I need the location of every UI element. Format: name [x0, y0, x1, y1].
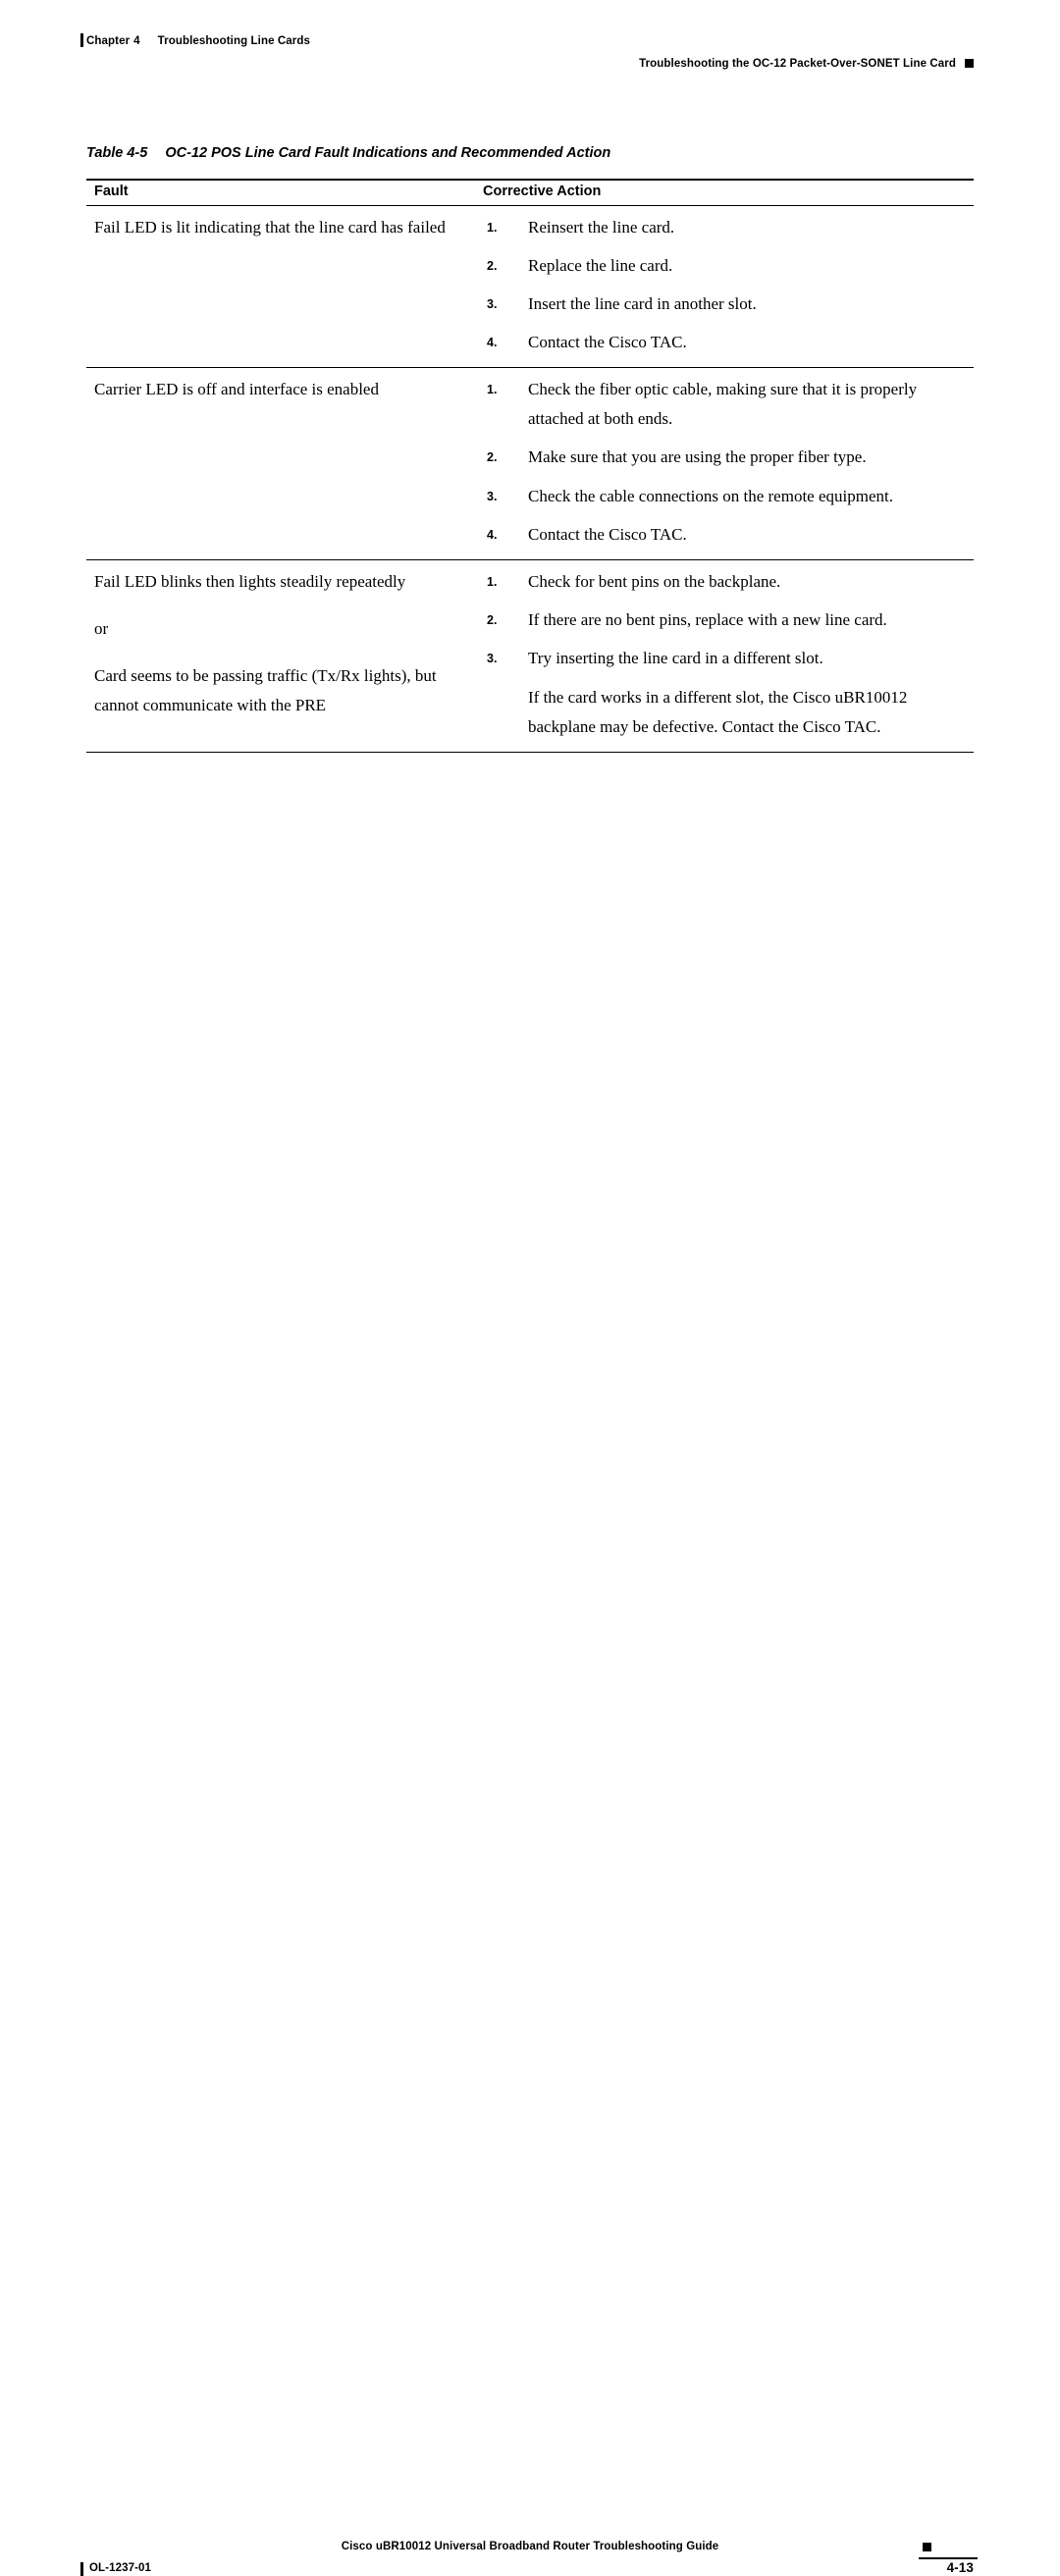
list-item: 1. Check the fiber optic cable, making su… [487, 375, 964, 434]
fault-text: Carrier LED is off and interface is enab… [94, 380, 379, 399]
header-chapter-line: Chapter 4 Troubleshooting Line Cards [86, 35, 310, 47]
step-text: Make sure that you are using the proper … [528, 447, 867, 467]
list-item: 4. Contact the Cisco TAC. [487, 328, 964, 357]
table-row: Fail LED is lit indicating that the line… [86, 205, 974, 369]
step-text: Check the cable connections on the remot… [528, 486, 893, 505]
step-text: If there are no bent pins, replace with … [528, 609, 887, 629]
step-text: Check the fiber optic cable, making sure… [528, 380, 918, 429]
footer-page-rule [919, 2557, 978, 2559]
step-text: Contact the Cisco TAC. [528, 333, 687, 352]
step-number: 1. [487, 574, 498, 589]
footer-page-number: 4-13 [946, 2560, 974, 2575]
corrective-action-cell: 1. Check the fiber optic cable, making su… [475, 367, 974, 560]
header-square-marker-icon [965, 59, 974, 68]
step-number: 3. [487, 489, 498, 503]
corrective-action-note: If the card works in a different slot, t… [528, 687, 908, 737]
table-header-row: Fault Corrective Action [86, 179, 974, 206]
step-text: Reinsert the line card. [528, 218, 675, 237]
list-item: 1. Reinsert the line card. [487, 213, 964, 242]
footer-square-marker-icon [923, 2543, 931, 2551]
column-header-fault: Fault [86, 179, 475, 206]
list-item: 1. Check for bent pins on the backplane. [487, 567, 964, 597]
corrective-action-cell: 1. Check for bent pins on the backplane. … [475, 559, 974, 754]
fault-text: Fail LED is lit indicating that the line… [94, 218, 446, 237]
step-number: 2. [487, 259, 498, 274]
list-item: 4. Contact the Cisco TAC. [487, 520, 964, 550]
step-list: 1. Reinsert the line card. 2. Replace the … [487, 213, 964, 357]
page-header: Chapter 4 Troubleshooting Line Cards Tro… [0, 0, 1060, 88]
list-item: 3. Insert the line card in another slot. [487, 289, 964, 319]
step-text: Replace the line card. [528, 256, 673, 276]
corrective-action-cell: 1. Reinsert the line card. 2. Replace the … [475, 205, 974, 369]
step-number: 3. [487, 651, 498, 665]
table-caption: Table 4-5 OC-12 POS Line Card Fault Indi… [86, 145, 610, 161]
header-left-rule [80, 33, 83, 47]
fault-cell: Fail LED blinks then lights steadily rep… [86, 559, 475, 754]
fault-text-alt: Card seems to be passing traffic (Tx/Rx … [94, 665, 437, 714]
step-number: 1. [487, 221, 498, 235]
header-section-title: Troubleshooting the OC-12 Packet-Over-SO… [639, 58, 956, 70]
header-chapter-number: 4 [133, 35, 140, 47]
table-caption-label: Table 4-5 [86, 145, 148, 161]
step-list: 1. Check for bent pins on the backplane. … [487, 567, 964, 673]
list-item: 2. If there are no bent pins, replace wit… [487, 605, 964, 635]
footer-document-id: OL-1237-01 [89, 2562, 152, 2574]
step-text: Insert the line card in another slot. [528, 294, 757, 314]
table-caption-title: OC-12 POS Line Card Fault Indications an… [165, 145, 611, 161]
list-item: 3. Try inserting the line card in a diffe… [487, 644, 964, 673]
step-list: 1. Check the fiber optic cable, making su… [487, 375, 964, 549]
document-page: Chapter 4 Troubleshooting Line Cards Tro… [0, 0, 1060, 2576]
step-text: Check for bent pins on the backplane. [528, 571, 781, 591]
table-row: Fail LED blinks then lights steadily rep… [86, 559, 974, 754]
step-number: 2. [487, 612, 498, 627]
step-number: 4. [487, 527, 498, 542]
fault-cell: Fail LED is lit indicating that the line… [86, 205, 475, 369]
step-number: 2. [487, 450, 498, 465]
step-number: 3. [487, 297, 498, 312]
table-row: Carrier LED is off and interface is enab… [86, 367, 974, 560]
footer-document-title: Cisco uBR10012 Universal Broadband Route… [341, 2541, 719, 2552]
step-text: Contact the Cisco TAC. [528, 524, 687, 544]
fault-cell: Carrier LED is off and interface is enab… [86, 367, 475, 560]
step-number: 1. [487, 383, 498, 397]
list-item: 2. Replace the line card. [487, 251, 964, 281]
fault-text-or: or [94, 618, 109, 638]
page-footer: Cisco uBR10012 Universal Broadband Route… [0, 1253, 1060, 2576]
step-number: 4. [487, 336, 498, 350]
footer-left-rule [80, 2562, 83, 2576]
column-header-corrective-action: Corrective Action [475, 179, 974, 206]
list-item: 2. Make sure that you are using the prope… [487, 443, 964, 472]
header-chapter-label: Chapter [86, 35, 131, 47]
step-text: Try inserting the line card in a differe… [528, 648, 823, 667]
header-chapter-title: Troubleshooting Line Cards [157, 35, 310, 47]
fault-text: Fail LED blinks then lights steadily rep… [94, 571, 406, 591]
fault-table: Fault Corrective Action Fail LED is lit … [86, 179, 974, 754]
list-item: 3. Check the cable connections on the rem… [487, 482, 964, 511]
